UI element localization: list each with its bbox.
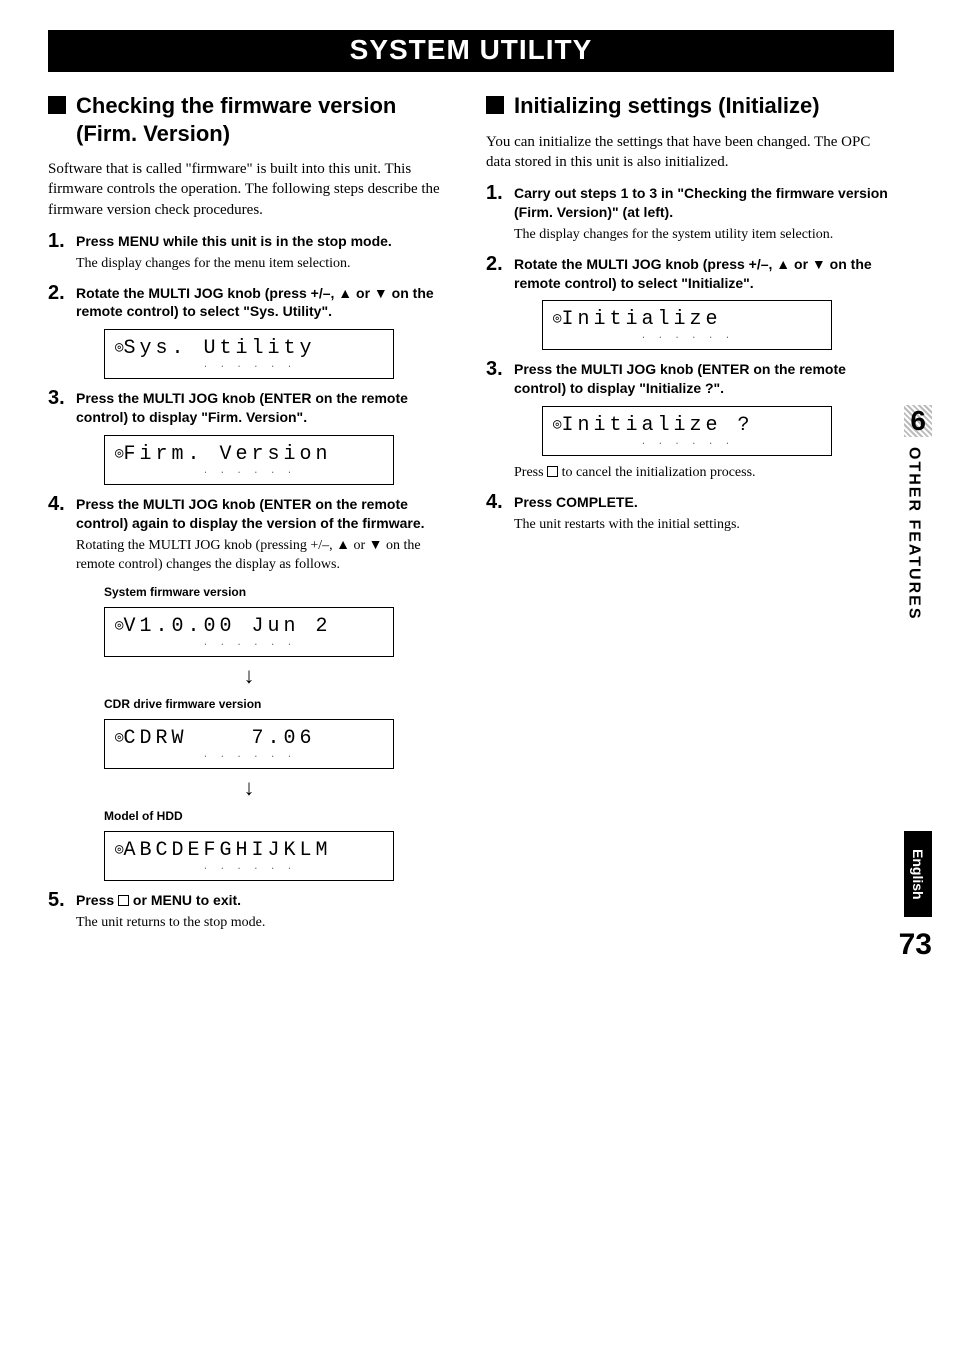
lcd-subline: · · · · · ·: [115, 362, 383, 372]
step-item: Carry out steps 1 to 3 in "Checking the …: [486, 184, 894, 245]
page-number: 73: [899, 928, 932, 962]
step-item: Press COMPLETE. The unit restarts with t…: [486, 493, 894, 535]
lcd-subline: · · · · · ·: [115, 640, 383, 650]
lcd-display: ◎Sys. Utility · · · · · ·: [104, 329, 394, 379]
step-head: Carry out steps 1 to 3 in "Checking the …: [514, 184, 894, 222]
intro-initialize: You can initialize the settings that hav…: [486, 132, 894, 173]
step-head: Press or MENU to exit.: [76, 891, 456, 910]
lcd-subline: · · · · · ·: [553, 439, 821, 449]
down-arrow-icon: ↓: [104, 665, 394, 687]
step-body: Rotating the MULTI JOG knob (pressing +/…: [76, 537, 456, 575]
step-body: The unit returns to the stop mode.: [76, 914, 456, 933]
lcd-text: ABCDEFGHIJKLM: [123, 839, 331, 862]
step-item: Press the MULTI JOG knob (ENTER on the r…: [486, 360, 894, 483]
step-body: Press to cancel the initialization proce…: [514, 464, 894, 483]
step-head-text: or MENU to exit.: [129, 892, 241, 908]
step-item: Rotate the MULTI JOG knob (press +/–, ▲ …: [48, 284, 456, 380]
step-item: Press the MULTI JOG knob (ENTER on the r…: [48, 389, 456, 485]
step-body: The display changes for the menu item se…: [76, 255, 456, 274]
step-body: The display changes for the system utili…: [514, 226, 894, 245]
lcd-caption: System firmware version: [104, 585, 456, 599]
lcd-text: Initialize ?: [561, 414, 753, 437]
lcd-subline: · · · · · ·: [115, 864, 383, 874]
heading-initialize: Initializing settings (Initialize): [486, 92, 894, 120]
lcd-display: ◎V1.0.00 Jun 2 · · · · · ·: [104, 607, 394, 657]
steps-initialize: Carry out steps 1 to 3 in "Checking the …: [486, 184, 894, 535]
step-head: Press the MULTI JOG knob (ENTER on the r…: [76, 495, 456, 533]
step-head: Press COMPLETE.: [514, 493, 894, 512]
lcd-text: Sys. Utility: [123, 337, 315, 360]
steps-firmware: Press MENU while this unit is in the sto…: [48, 232, 456, 933]
left-column: Checking the firmware version (Firm. Ver…: [48, 86, 456, 942]
square-bullet-icon: [48, 96, 66, 114]
step-item: Rotate the MULTI JOG knob (press +/–, ▲ …: [486, 255, 894, 351]
lcd-text: CDRW 7.06: [123, 727, 315, 750]
step-head: Rotate the MULTI JOG knob (press +/–, ▲ …: [76, 284, 456, 322]
lcd-text: Firm. Version: [123, 443, 331, 466]
step-head: Press the MULTI JOG knob (ENTER on the r…: [76, 389, 456, 427]
language-tab: English: [904, 831, 932, 918]
chapter-number: 6: [904, 405, 932, 437]
square-bullet-icon: [486, 96, 504, 114]
lcd-text: Initialize: [561, 308, 721, 331]
step-head: Press MENU while this unit is in the sto…: [76, 232, 456, 251]
side-tab: 6 OTHER FEATURES: [904, 405, 932, 620]
step-body: The unit restarts with the initial setti…: [514, 516, 894, 535]
lcd-subline: · · · · · ·: [115, 468, 383, 478]
lcd-caption: CDR drive firmware version: [104, 697, 456, 711]
step-item: Press or MENU to exit. The unit returns …: [48, 891, 456, 933]
lcd-display: ◎ABCDEFGHIJKLM · · · · · ·: [104, 831, 394, 881]
lcd-display: ◎Firm. Version · · · · · ·: [104, 435, 394, 485]
heading-firmware: Checking the firmware version (Firm. Ver…: [48, 92, 456, 147]
lcd-subline: · · · · · ·: [553, 333, 821, 343]
step-item: Press the MULTI JOG knob (ENTER on the r…: [48, 495, 456, 881]
page-footer: English 73: [899, 831, 932, 963]
stop-icon: [118, 895, 129, 906]
down-arrow-icon: ↓: [104, 777, 394, 799]
lcd-subline: · · · · · ·: [115, 752, 383, 762]
stop-icon: [547, 466, 558, 477]
lcd-display: ◎Initialize · · · · · ·: [542, 300, 832, 350]
section-label: OTHER FEATURES: [904, 447, 922, 620]
heading-text: Initializing settings (Initialize): [514, 92, 820, 120]
note-text: Press: [514, 465, 547, 480]
heading-text: Checking the firmware version (Firm. Ver…: [76, 92, 456, 147]
note-text: to cancel the initialization process.: [558, 465, 755, 480]
lcd-caption: Model of HDD: [104, 809, 456, 823]
lcd-display: ◎Initialize ? · · · · · ·: [542, 406, 832, 456]
step-head: Rotate the MULTI JOG knob (press +/–, ▲ …: [514, 255, 894, 293]
step-head-text: Press: [76, 892, 118, 908]
step-item: Press MENU while this unit is in the sto…: [48, 232, 456, 274]
lcd-text: V1.0.00 Jun 2: [123, 615, 331, 638]
lcd-display: ◎CDRW 7.06 · · · · · ·: [104, 719, 394, 769]
intro-firmware: Software that is called "firmware" is bu…: [48, 159, 456, 220]
right-column: Initializing settings (Initialize) You c…: [486, 86, 894, 942]
page-banner: SYSTEM UTILITY: [48, 30, 894, 72]
step-head: Press the MULTI JOG knob (ENTER on the r…: [514, 360, 894, 398]
